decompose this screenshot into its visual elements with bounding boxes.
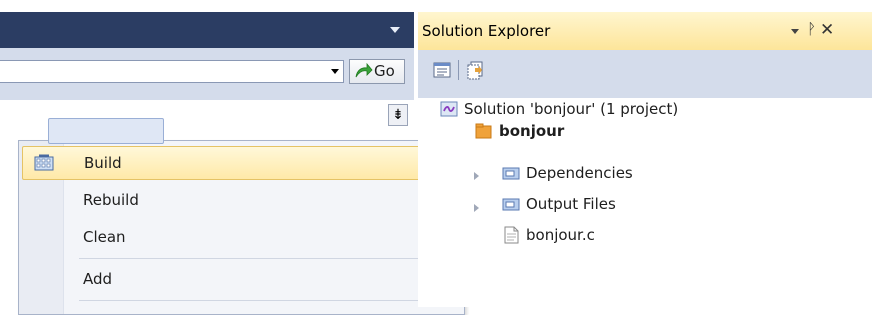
toolbar-separator: [458, 60, 459, 80]
document-tab-bar: [0, 12, 414, 48]
close-icon[interactable]: ✕: [820, 20, 834, 40]
project-folder-icon: [475, 123, 492, 139]
menu-item-build[interactable]: Build: [22, 146, 461, 180]
navigation-toolbar: Go: [0, 48, 414, 100]
tree-item-label: Solution 'bonjour' (1 project): [464, 100, 679, 118]
document-list-dropdown-icon[interactable]: [390, 27, 400, 33]
menu-item-label: Rebuild: [83, 191, 139, 209]
menu-item-label: Clean: [83, 228, 126, 246]
tree-item-label: Dependencies: [526, 164, 633, 182]
build-icon: [34, 154, 54, 171]
menu-item-label: Add: [83, 270, 113, 288]
chevron-down-icon[interactable]: [331, 69, 339, 74]
selected-tree-item-highlight: [48, 118, 164, 144]
file-icon: [504, 226, 519, 244]
folder-icon: [502, 198, 520, 211]
go-button-label: Go: [374, 62, 395, 80]
solution-explorer-panel: Solution Explorer ᚹ ✕: [418, 12, 872, 307]
expand-arrow-icon[interactable]: [474, 172, 479, 180]
split-window-icon[interactable]: ⇟: [388, 104, 408, 126]
navigation-combo-box[interactable]: [0, 60, 344, 83]
tree-item-label: bonjour.c: [526, 226, 595, 244]
solution-explorer-titlebar: Solution Explorer ᚹ ✕: [418, 12, 872, 50]
pin-icon[interactable]: ᚹ: [807, 20, 816, 38]
tree-item-label: Output Files: [526, 195, 616, 213]
window-position-dropdown-icon[interactable]: [791, 29, 799, 34]
menu-item-label: Build: [84, 154, 122, 172]
tree-item-label: bonjour: [499, 122, 565, 140]
menu-separator: [79, 258, 459, 259]
show-all-files-icon[interactable]: [466, 60, 486, 80]
go-button[interactable]: Go: [349, 59, 405, 84]
properties-icon[interactable]: [432, 60, 452, 80]
menu-item-clean[interactable]: Clean: [22, 220, 461, 254]
menu-item-add[interactable]: Add: [22, 262, 461, 296]
solution-icon: [440, 101, 458, 117]
expand-arrow-icon[interactable]: [474, 204, 479, 212]
menu-item-rebuild[interactable]: Rebuild: [22, 183, 461, 217]
panel-title: Solution Explorer: [422, 22, 551, 40]
folder-icon: [502, 167, 520, 180]
go-arrow-icon: [355, 62, 373, 78]
solution-explorer-toolbar: [418, 50, 872, 98]
menu-separator: [79, 300, 459, 301]
context-menu: Build Rebuild Clean Add: [18, 140, 465, 315]
